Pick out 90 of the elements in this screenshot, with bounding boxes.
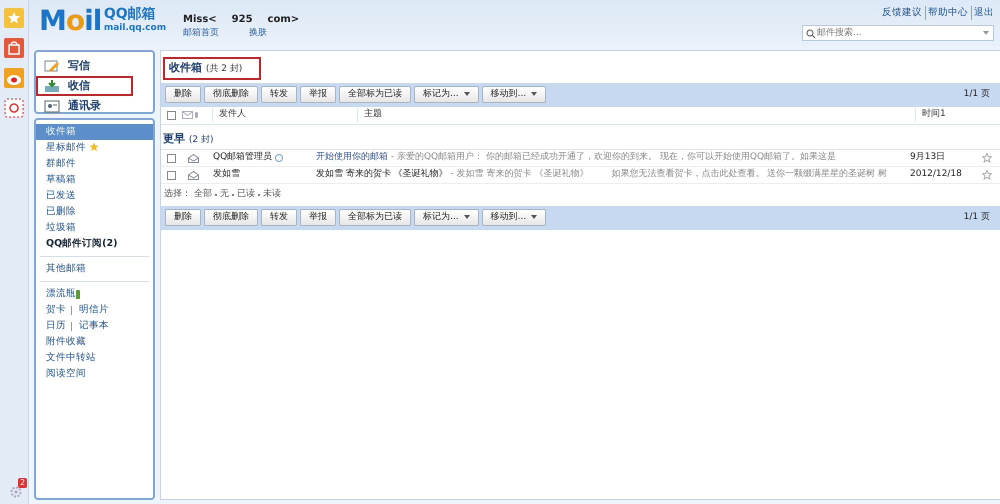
subject-text: 开始使用你的邮箱 bbox=[316, 152, 388, 162]
caret-icon bbox=[464, 214, 470, 219]
brand-name: QQ邮箱 bbox=[104, 6, 157, 22]
folder-link[interactable]: 草稿箱 bbox=[36, 172, 153, 188]
app-link[interactable]: 附件收藏 bbox=[36, 334, 86, 350]
toolbar-button[interactable]: 转发 bbox=[261, 86, 297, 103]
sender-name: 发如雪 bbox=[213, 168, 240, 182]
toolbar-button[interactable]: 移动到... bbox=[482, 86, 546, 103]
domain-text: mail.qq.com bbox=[104, 22, 166, 36]
gear-icon[interactable] bbox=[10, 486, 22, 498]
preview-text: - 发如雪 寄来的贺卡 《圣诞礼物》 如果您无法查看贺卡，点击此处查看。 送你一颗缀满星星的圣诞树 树 bbox=[450, 169, 888, 180]
column-header[interactable]: 主题 bbox=[357, 108, 915, 122]
sidebar-action[interactable]: 通讯录 bbox=[36, 96, 153, 116]
envelope-icon bbox=[188, 154, 199, 162]
select-label: 选择： bbox=[164, 188, 191, 201]
top-link[interactable]: 帮助中心 bbox=[928, 6, 968, 20]
toolbar-button[interactable]: 全部标为已读 bbox=[339, 209, 411, 226]
page-count: 1/1 页 bbox=[964, 88, 991, 101]
column-header[interactable]: 时间1 bbox=[915, 108, 1000, 122]
app-link[interactable]: 文件中转站 bbox=[36, 350, 96, 366]
toolbar-button[interactable]: 转发 bbox=[261, 209, 297, 226]
pencil-icon bbox=[44, 59, 60, 73]
separator-dot bbox=[232, 194, 234, 196]
search-icon bbox=[806, 29, 815, 38]
folder-link[interactable]: 已删除 bbox=[36, 204, 153, 220]
subject-text: 发如雪 寄来的贺卡 《圣诞礼物》 bbox=[316, 169, 448, 180]
account-name: Miss< bbox=[183, 13, 217, 27]
folder-title: 收件箱 (共 2 封) bbox=[163, 57, 261, 80]
app-link[interactable]: 贺卡 bbox=[36, 302, 70, 318]
app-link[interactable]: 漂流瓶 bbox=[36, 286, 76, 302]
row-checkbox[interactable] bbox=[167, 154, 176, 162]
top-link[interactable]: 反馈建议 bbox=[882, 6, 922, 20]
app-link[interactable]: 记事本 bbox=[73, 318, 109, 334]
email-date: 2012/12/18 bbox=[909, 168, 963, 182]
toolbar-button[interactable]: 举报 bbox=[300, 86, 336, 103]
separator-dot bbox=[258, 194, 260, 196]
select-link[interactable]: 未读 bbox=[263, 188, 281, 202]
app-link[interactable]: 阅读空间 bbox=[36, 366, 86, 382]
header-link[interactable]: 换肤 bbox=[249, 27, 267, 40]
app-link[interactable]: 日历 bbox=[36, 318, 70, 334]
account-address: 925 bbox=[232, 13, 253, 27]
sidebar-action[interactable]: 收信 bbox=[36, 76, 133, 96]
group-count[interactable]: (2 封) bbox=[188, 134, 214, 144]
toolbar-button[interactable]: 全部标为已读 bbox=[339, 86, 411, 103]
folder-link[interactable]: 垃圾箱 bbox=[36, 220, 153, 236]
group-label: 更早 bbox=[163, 132, 186, 144]
select-link[interactable]: 已读 bbox=[237, 188, 255, 202]
shopping-bag-icon[interactable] bbox=[4, 38, 24, 58]
search-field[interactable]: 邮件搜索... bbox=[802, 25, 994, 42]
notification-badge: 2 bbox=[18, 478, 28, 488]
toolbar-button[interactable]: 删除 bbox=[165, 86, 201, 103]
top-link[interactable]: 退出 bbox=[974, 6, 994, 20]
column-header[interactable]: 发件人 bbox=[212, 108, 357, 122]
header-link[interactable]: 邮箱首页 bbox=[183, 27, 219, 40]
envelope-icon bbox=[182, 111, 200, 119]
toolbar-button[interactable]: 标记为... bbox=[414, 209, 479, 226]
app-link[interactable]: 明信片 bbox=[73, 302, 109, 318]
toolbar-button[interactable]: 移动到... bbox=[482, 209, 546, 226]
sidebar-action[interactable]: 写信 bbox=[36, 56, 153, 76]
sender-name: QQ邮箱管理员 bbox=[213, 151, 272, 164]
email-date: 9月13日 bbox=[909, 151, 946, 164]
bottle-icon bbox=[76, 290, 80, 298]
toolbar-button[interactable]: 彻底删除 bbox=[204, 209, 258, 226]
row-checkbox[interactable] bbox=[167, 170, 176, 180]
eye-icon[interactable] bbox=[4, 68, 24, 88]
separator-dot bbox=[215, 194, 217, 196]
preview-text: - 亲爱的QQ邮箱用户： 你的邮箱已经成功开通了，欢迎你的到来。 现在，你可以开始使用QQ邮箱了。如果这是 bbox=[390, 152, 836, 162]
select-link[interactable]: 全部 bbox=[194, 188, 212, 202]
logo: Moil bbox=[39, 6, 102, 36]
envelope-icon bbox=[188, 170, 199, 180]
caret-icon[interactable] bbox=[983, 31, 989, 36]
caret-icon bbox=[531, 92, 538, 96]
folder-link[interactable]: 已发送 bbox=[36, 188, 153, 204]
caret-icon bbox=[531, 214, 538, 219]
folder-link[interactable]: 其他邮箱 bbox=[36, 261, 153, 277]
toolbar-button[interactable]: 彻底删除 bbox=[204, 86, 258, 103]
account-address: com> bbox=[268, 13, 300, 27]
star-icon[interactable] bbox=[982, 170, 992, 180]
folder-link[interactable]: 群邮件 bbox=[36, 156, 153, 172]
inbox-icon bbox=[44, 79, 60, 93]
select-link[interactable]: 无 bbox=[220, 188, 229, 202]
toolbar-button[interactable]: 标记为... bbox=[414, 86, 479, 103]
toolbar-button[interactable]: 举报 bbox=[300, 209, 336, 226]
folder-link[interactable]: QQ邮件订阅(2) bbox=[36, 236, 153, 252]
star-icon[interactable] bbox=[982, 153, 992, 163]
caret-icon bbox=[464, 92, 470, 96]
toolbar-button[interactable]: 删除 bbox=[165, 209, 201, 226]
folder-link[interactable]: 星标邮件 bbox=[36, 140, 153, 156]
select-all-checkbox[interactable] bbox=[167, 110, 176, 120]
page-count: 1/1 页 bbox=[964, 210, 991, 224]
